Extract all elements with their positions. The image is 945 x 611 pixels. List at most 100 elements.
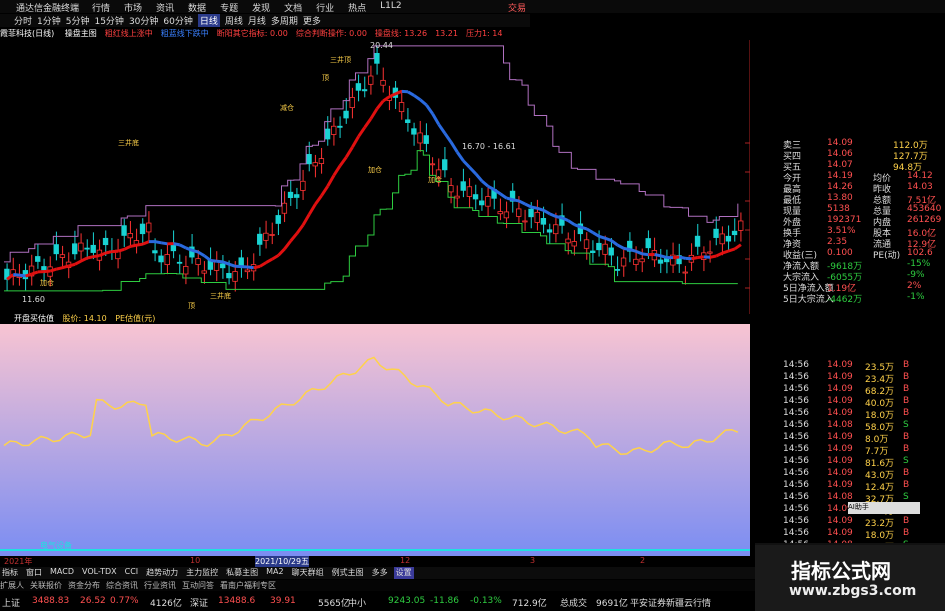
sector-label: 电气设备 <box>40 540 72 550</box>
info-tab[interactable]: 扩展人 <box>0 580 24 591</box>
period-tab[interactable]: 15分钟 <box>94 14 123 27</box>
chart-bg <box>0 40 750 314</box>
indicator-tabs: 指标窗口 MACD VOL-TDX CCI趋势动力主力监控私募主图 MA2 聊天群组例式主… <box>0 567 760 579</box>
ma-segment <box>217 261 223 262</box>
signal-label: 三井底 <box>210 291 231 300</box>
quote-value: 0.100 <box>827 248 853 258</box>
indicator-tab[interactable]: 主力监控 <box>184 567 220 579</box>
ma-segment <box>692 257 698 258</box>
ai-popup[interactable]: AI助手 <box>848 502 920 514</box>
tick-time: 14:56 <box>783 408 809 418</box>
period-tab[interactable]: 5分钟 <box>66 14 90 27</box>
tick-dir: B <box>903 480 909 490</box>
indicator-name[interactable]: 开盘买估值 <box>14 314 54 323</box>
quote-row: 收益(三)0.100PE(动)102.6 <box>781 248 945 259</box>
status-item: 深证 <box>190 596 208 609</box>
indicator-tab[interactable]: MACD <box>48 567 76 579</box>
ma-segment <box>44 271 50 272</box>
period-tab[interactable]: 日线 <box>198 14 220 27</box>
tick-time: 14:56 <box>783 384 809 394</box>
ma-segment <box>248 267 254 268</box>
indicator-tab[interactable]: CCI <box>123 567 141 579</box>
period-tab[interactable]: 60分钟 <box>163 14 192 27</box>
tick-price: 14.09 <box>827 360 853 370</box>
date-tick: 12 <box>400 556 410 565</box>
period-tab[interactable]: 更多 <box>303 14 321 27</box>
watermark-title: 指标公式网 <box>791 555 891 584</box>
period-tabs: 分时 1分钟 5分钟 15分钟 30分钟 60分钟日线周线月线多周期更多 <box>0 14 530 27</box>
ma-segment <box>673 257 679 258</box>
indicator-tab[interactable]: 窗口 <box>24 567 44 579</box>
signal-label: 三井底 <box>118 138 139 147</box>
quote-value2: -15% <box>907 259 930 269</box>
quote-row: 外盘192371内盘261269 <box>781 215 945 226</box>
tick-dir: S <box>903 456 909 466</box>
tick-row: 14:5614.0923.2万B <box>781 516 945 527</box>
period-tab[interactable]: 30分钟 <box>129 14 158 27</box>
ma-segment <box>106 252 112 253</box>
ma-segment <box>192 250 198 252</box>
menu-item[interactable]: L1L2 <box>380 1 401 14</box>
quote-row: 5日大宗流入-4462万-1% <box>781 292 945 303</box>
status-item: 4126亿 <box>150 596 182 609</box>
tick-time: 14:56 <box>783 504 809 514</box>
ma-segment <box>63 266 69 268</box>
info-tab[interactable]: 行业资讯 <box>144 580 176 591</box>
indicator-tab[interactable]: MA2 <box>264 567 285 579</box>
info-tab[interactable]: 关联报价 <box>30 580 62 591</box>
quote-value: 14.26 <box>827 182 853 192</box>
period-tab[interactable]: 月线 <box>248 14 266 27</box>
pe-valuation-chart[interactable]: 18.0016.0014.0012.0010.008.006.004.002.0… <box>0 324 750 556</box>
menu-item[interactable]: 文档 <box>284 1 302 14</box>
menu-item[interactable]: 专题 <box>220 1 238 14</box>
tick-dir: B <box>903 384 909 394</box>
menu-item[interactable]: 数据 <box>188 1 206 14</box>
period-tab[interactable]: 多周期 <box>271 14 298 27</box>
indicator-tab[interactable]: 私募主图 <box>224 567 260 579</box>
ma-segment <box>56 268 62 269</box>
tick-row: 14:5614.0858.0万S <box>781 420 945 431</box>
info-tab[interactable]: 资金分布 <box>68 580 100 591</box>
trade-button[interactable]: 交易 <box>508 1 526 14</box>
legend-item: 粗红线上涨中 <box>105 29 153 38</box>
tick-time: 14:56 <box>783 372 809 382</box>
period-tab[interactable]: 分时 <box>14 14 32 27</box>
menu-item[interactable]: 热点 <box>348 1 366 14</box>
menu-item[interactable]: 发现 <box>252 1 270 14</box>
ma-segment <box>655 254 661 255</box>
candlestick-chart[interactable]: 17.0016.0015.0014.0013.0012.0020.4416.70… <box>0 40 750 314</box>
menu-item[interactable]: 市场 <box>124 1 142 14</box>
menu-item[interactable]: 行业 <box>316 1 334 14</box>
indicator-tab[interactable]: VOL-TDX <box>80 567 119 579</box>
period-tab[interactable]: 周线 <box>225 14 243 27</box>
indicator-tab[interactable]: 例式主图 <box>330 567 366 579</box>
info-tab[interactable]: 综合资讯 <box>106 580 138 591</box>
menu-item[interactable]: 资讯 <box>156 1 174 14</box>
ma-segment <box>661 256 667 258</box>
info-tab[interactable]: 互动问答 <box>182 580 214 591</box>
tick-price: 14.09 <box>827 480 853 490</box>
indicator-tab[interactable]: 趋势动力 <box>144 567 180 579</box>
status-item: 3488.83 <box>32 596 69 606</box>
tick-price: 14.09 <box>827 384 853 394</box>
ma-segment <box>93 256 99 257</box>
period-tab[interactable]: 1分钟 <box>37 14 61 27</box>
tick-row: 14:5614.0981.6万S <box>781 456 945 467</box>
quote-row: 买四14.06127.7万 <box>781 149 945 160</box>
tick-dir: S <box>903 492 909 502</box>
pe-label: PE估值(元) <box>115 314 155 323</box>
ma-segment <box>161 243 167 244</box>
tick-price: 14.09 <box>827 456 853 466</box>
info-tab[interactable]: 看南户福利专区 <box>220 580 276 591</box>
watermark: 指标公式网 www.zbgs3.com <box>755 543 945 611</box>
indicator-tab[interactable]: 多多 <box>370 567 390 579</box>
indicator-tab[interactable]: 指标 <box>0 567 20 579</box>
quote-row: 买五14.0794.8万 <box>781 160 945 171</box>
indicator-tab[interactable]: 聊天群组 <box>290 567 326 579</box>
tick-time: 14:56 <box>783 468 809 478</box>
ma-segment <box>624 248 630 249</box>
indicator-tab[interactable]: 设置 <box>394 567 414 579</box>
tick-time: 14:56 <box>783 396 809 406</box>
date-tick: 2021年 <box>4 556 32 567</box>
menu-item[interactable]: 行情 <box>92 1 110 14</box>
